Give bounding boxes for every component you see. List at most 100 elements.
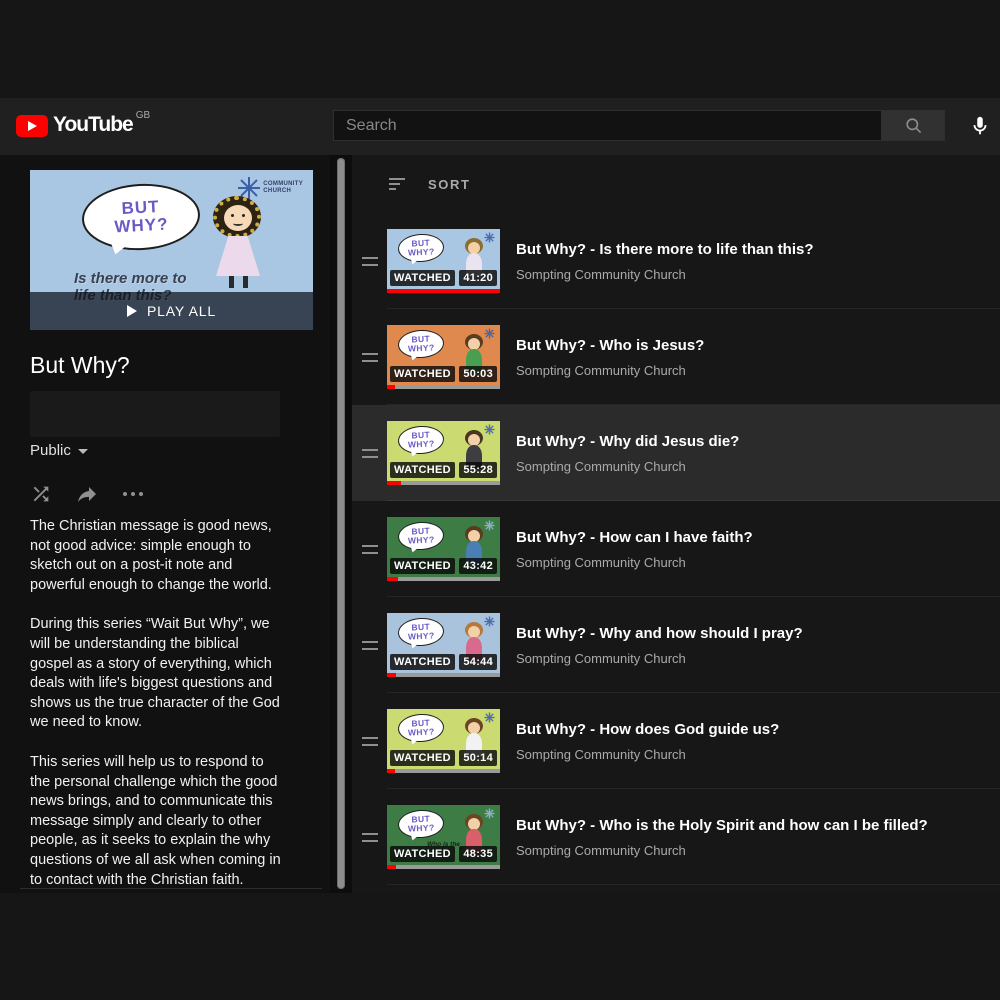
more-options-button[interactable] bbox=[120, 481, 146, 507]
privacy-label: Public bbox=[30, 442, 71, 459]
video-thumbnail[interactable]: BUTWHY? WATCHED 55:28 bbox=[387, 421, 500, 485]
drag-handle-icon[interactable] bbox=[362, 638, 378, 652]
search-input[interactable] bbox=[333, 110, 882, 141]
watched-badge: WATCHED bbox=[390, 462, 455, 478]
playlist-video-row[interactable]: BUTWHY? WATCHED 55:28 But Why? - Why did… bbox=[352, 405, 1000, 501]
mic-icon bbox=[969, 115, 991, 137]
playlist-video-list: SORT BUTWHY? WATCHED 41:20 But Why? - Is… bbox=[352, 155, 1000, 893]
youtube-logo-text: YouTube bbox=[53, 113, 133, 137]
share-button[interactable] bbox=[74, 481, 100, 507]
duration-badge: 50:03 bbox=[459, 366, 497, 382]
ellipsis-icon bbox=[121, 492, 145, 496]
youtube-logo[interactable]: YouTube GB bbox=[16, 112, 150, 137]
video-title[interactable]: But Why? - Is there more to life than th… bbox=[516, 241, 814, 258]
drag-handle-icon[interactable] bbox=[362, 446, 378, 460]
shuffle-icon bbox=[30, 483, 52, 505]
play-all-button[interactable]: PLAY ALL bbox=[30, 292, 313, 330]
playlist-video-row[interactable]: BUTWHY? WATCHED 50:03 But Why? - Who is … bbox=[352, 309, 1000, 405]
youtube-play-icon bbox=[16, 115, 48, 137]
speech-bubble: BUTWHY? bbox=[397, 809, 444, 839]
region-label: GB bbox=[136, 110, 150, 121]
watched-badge: WATCHED bbox=[390, 366, 455, 382]
drag-handle-icon[interactable] bbox=[362, 830, 378, 844]
duration-badge: 50:14 bbox=[459, 750, 497, 766]
speech-bubble: BUTWHY? bbox=[397, 425, 444, 455]
play-icon bbox=[127, 305, 137, 317]
video-title[interactable]: But Why? - How does God guide us? bbox=[516, 721, 779, 738]
duration-badge: 48:35 bbox=[459, 846, 497, 862]
church-logo-text: COMMUNITY bbox=[263, 181, 303, 188]
cartoon-girl bbox=[205, 196, 269, 300]
playlist-video-row[interactable]: BUTWHY? WATCHED 43:42 But Why? - How can… bbox=[352, 501, 1000, 597]
scrollbar-track bbox=[330, 155, 352, 893]
video-channel[interactable]: Sompting Community Church bbox=[516, 459, 739, 474]
search-icon bbox=[904, 116, 923, 135]
video-title[interactable]: But Why? - Why did Jesus die? bbox=[516, 433, 739, 450]
video-thumbnail[interactable]: BUTWHY? WATCHED 41:20 bbox=[387, 229, 500, 293]
description-paragraph: During this series “Wait But Why”, we wi… bbox=[30, 615, 282, 733]
playlist-thumbnail[interactable]: BUT WHY? COMMUNITY CHURCH bbox=[30, 170, 313, 330]
speech-bubble: BUTWHY? bbox=[397, 713, 444, 743]
video-channel[interactable]: Sompting Community Church bbox=[516, 363, 704, 378]
speech-bubble: BUTWHY? bbox=[397, 329, 444, 359]
sort-button[interactable]: SORT bbox=[352, 155, 1000, 213]
watch-progress-bar bbox=[387, 865, 500, 869]
video-thumbnail[interactable]: BUTWHY? WATCHED 50:14 bbox=[387, 709, 500, 773]
video-thumbnail[interactable]: BUTWHY? Who is the WATCHED 48:35 bbox=[387, 805, 500, 869]
video-thumbnail[interactable]: BUTWHY? WATCHED 43:42 bbox=[387, 517, 500, 581]
mic-button[interactable] bbox=[967, 113, 993, 139]
playlist-video-row[interactable]: BUTWHY? Who is the WATCHED 48:35 But Why… bbox=[352, 789, 1000, 885]
divider bbox=[20, 888, 322, 889]
video-channel[interactable]: Sompting Community Church bbox=[516, 555, 753, 570]
speech-bubble: BUTWHY? bbox=[397, 233, 444, 263]
watch-progress-bar bbox=[387, 385, 500, 389]
playlist-sidebar: BUT WHY? COMMUNITY CHURCH bbox=[0, 155, 330, 893]
watched-badge: WATCHED bbox=[390, 270, 455, 286]
video-title[interactable]: But Why? - Who is Jesus? bbox=[516, 337, 704, 354]
video-channel[interactable]: Sompting Community Church bbox=[516, 843, 928, 858]
video-title[interactable]: But Why? - Who is the Holy Spirit and ho… bbox=[516, 817, 928, 834]
masthead: YouTube GB bbox=[0, 98, 1000, 155]
drag-handle-icon[interactable] bbox=[362, 542, 378, 556]
playlist-title: But Why? bbox=[30, 352, 130, 379]
duration-badge: 43:42 bbox=[459, 558, 497, 574]
video-thumbnail[interactable]: BUTWHY? WATCHED 54:44 bbox=[387, 613, 500, 677]
drag-handle-icon[interactable] bbox=[362, 254, 378, 268]
video-channel[interactable]: Sompting Community Church bbox=[516, 747, 779, 762]
video-thumbnail[interactable]: BUTWHY? WATCHED 50:03 bbox=[387, 325, 500, 389]
watched-badge: WATCHED bbox=[390, 558, 455, 574]
video-channel[interactable]: Sompting Community Church bbox=[516, 651, 803, 666]
play-all-label: PLAY ALL bbox=[147, 303, 216, 319]
church-logo-text: CHURCH bbox=[263, 188, 303, 195]
watch-progress-bar bbox=[387, 481, 500, 485]
speech-bubble: BUTWHY? bbox=[397, 521, 444, 551]
playlist-video-row[interactable]: BUTWHY? WATCHED 50:14 But Why? - How doe… bbox=[352, 693, 1000, 789]
video-channel[interactable]: Sompting Community Church bbox=[516, 267, 814, 282]
shuffle-button[interactable] bbox=[28, 481, 54, 507]
watched-badge: WATCHED bbox=[390, 654, 455, 670]
privacy-dropdown[interactable]: Public bbox=[30, 442, 88, 459]
sort-label: SORT bbox=[428, 177, 471, 192]
speech-bubble: BUT WHY? bbox=[80, 181, 201, 253]
drag-handle-icon[interactable] bbox=[362, 350, 378, 364]
share-icon bbox=[75, 482, 99, 506]
watch-progress-bar bbox=[387, 769, 500, 773]
watch-progress-bar bbox=[387, 289, 500, 293]
watched-badge: WATCHED bbox=[390, 750, 455, 766]
description-paragraph: This series will help us to respond to t… bbox=[30, 753, 282, 890]
sort-icon bbox=[389, 176, 405, 192]
playlist-description: The Christian message is good news, not … bbox=[30, 517, 282, 910]
drag-handle-icon[interactable] bbox=[362, 734, 378, 748]
search-area bbox=[333, 110, 993, 141]
description-paragraph: The Christian message is good news, not … bbox=[30, 517, 282, 595]
duration-badge: 54:44 bbox=[459, 654, 497, 670]
watched-badge: WATCHED bbox=[390, 846, 455, 862]
playlist-video-row[interactable]: BUTWHY? WATCHED 41:20 But Why? - Is ther… bbox=[352, 213, 1000, 309]
playlist-stats-box bbox=[30, 391, 280, 437]
sidebar-scrollbar[interactable] bbox=[337, 158, 345, 889]
video-title[interactable]: But Why? - Why and how should I pray? bbox=[516, 625, 803, 642]
video-title[interactable]: But Why? - How can I have faith? bbox=[516, 529, 753, 546]
search-button[interactable] bbox=[882, 110, 945, 141]
playlist-video-row[interactable]: BUTWHY? WATCHED 54:44 But Why? - Why and… bbox=[352, 597, 1000, 693]
watch-progress-bar bbox=[387, 673, 500, 677]
